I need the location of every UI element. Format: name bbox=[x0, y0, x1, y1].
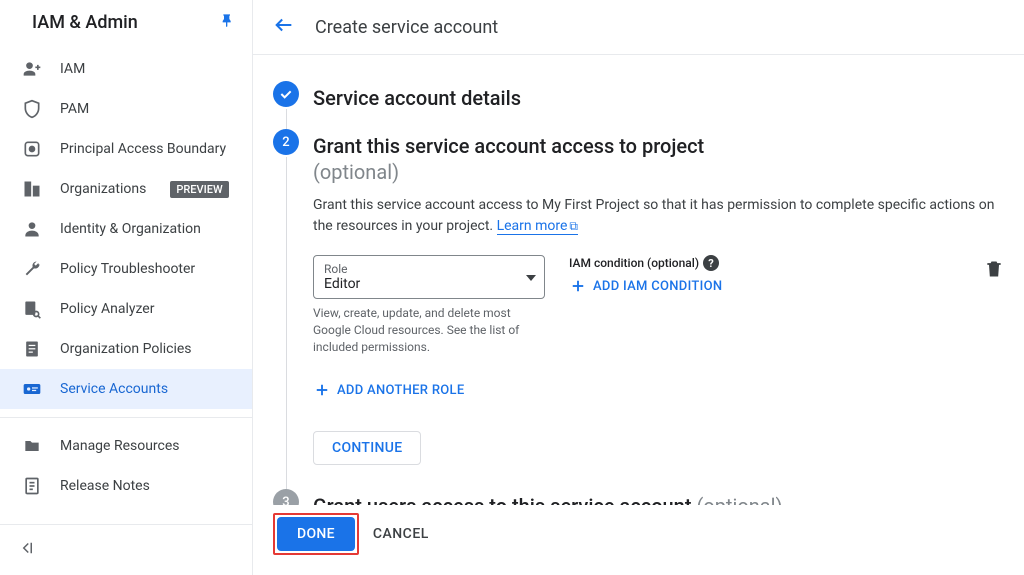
sidebar-item-manage-resources[interactable]: Manage Resources bbox=[0, 426, 252, 466]
main: Create service account Service account d… bbox=[253, 0, 1024, 575]
sidebar-item-label: Policy Troubleshooter bbox=[60, 261, 195, 277]
role-select-value: Editor bbox=[324, 276, 534, 292]
sidebar-item-label: IAM bbox=[60, 61, 85, 77]
sidebar-item-label: Release Notes bbox=[60, 478, 150, 494]
add-iam-condition-button[interactable]: ADD IAM CONDITION bbox=[569, 277, 960, 295]
step-1-title: Service account details bbox=[313, 85, 1004, 111]
sidebar-item-analyzer[interactable]: Policy Analyzer bbox=[0, 289, 252, 329]
add-another-role-button[interactable]: ADD ANOTHER ROLE bbox=[313, 381, 1004, 399]
done-button[interactable]: DONE bbox=[277, 517, 355, 551]
analyzer-icon bbox=[22, 299, 42, 319]
notes-icon bbox=[22, 476, 42, 496]
divider bbox=[0, 417, 252, 418]
sidebar-item-label: PAM bbox=[60, 101, 89, 117]
sidebar-item-pam[interactable]: PAM bbox=[0, 89, 252, 129]
step-1-badge-check-icon bbox=[273, 81, 299, 107]
sidebar-item-label: Principal Access Boundary bbox=[60, 141, 226, 157]
sidebar-item-principal-access[interactable]: Principal Access Boundary bbox=[0, 129, 252, 169]
sidebar-item-label: Service Accounts bbox=[60, 381, 168, 397]
sidebar-item-service-accounts[interactable]: Service Accounts bbox=[0, 369, 252, 409]
content: Service account details 2 Grant this ser… bbox=[253, 55, 1024, 505]
nav: IAM PAM Principal Access Boundary Organi… bbox=[0, 45, 252, 524]
step-2-optional: (optional) bbox=[313, 160, 399, 184]
sidebar-item-label: Organizations bbox=[60, 181, 146, 197]
sidebar-item-iam[interactable]: IAM bbox=[0, 49, 252, 89]
external-link-icon: ⧉ bbox=[569, 219, 578, 233]
sidebar-title: IAM & Admin bbox=[32, 12, 206, 33]
step-2: 2 Grant this service account access to p… bbox=[273, 129, 1004, 489]
boundary-icon bbox=[22, 139, 42, 159]
resources-icon bbox=[22, 436, 42, 456]
actions: DONE CANCEL bbox=[253, 505, 1024, 575]
iam-condition-label: IAM condition (optional) ? bbox=[569, 255, 960, 271]
sidebar: IAM & Admin IAM PAM Principal Access Bou… bbox=[0, 0, 253, 575]
sidebar-header: IAM & Admin bbox=[0, 0, 252, 45]
sidebar-item-release-notes[interactable]: Release Notes bbox=[0, 466, 252, 506]
sidebar-item-label: Identity & Organization bbox=[60, 221, 201, 237]
learn-more-link[interactable]: Learn more⧉ bbox=[497, 218, 578, 235]
step-3-badge: 3 bbox=[273, 489, 299, 505]
topbar: Create service account bbox=[253, 0, 1024, 55]
step-2-description: Grant this service account access to My … bbox=[313, 195, 1004, 237]
wrench-icon bbox=[22, 259, 42, 279]
step-3-optional: (optional) bbox=[696, 494, 782, 505]
step-2-title: Grant this service account access to pro… bbox=[313, 133, 1004, 185]
shield-icon bbox=[22, 99, 42, 119]
sidebar-item-label: Organization Policies bbox=[60, 341, 192, 357]
sidebar-item-org-policies[interactable]: Organization Policies bbox=[0, 329, 252, 369]
done-annotation: DONE bbox=[273, 513, 359, 555]
sidebar-item-organizations[interactable]: Organizations PREVIEW bbox=[0, 169, 252, 209]
page-title: Create service account bbox=[315, 17, 498, 38]
back-button[interactable] bbox=[273, 14, 295, 40]
dropdown-arrow-icon bbox=[526, 269, 536, 285]
role-help-text: View, create, update, and delete most Go… bbox=[313, 305, 523, 355]
pin-icon[interactable] bbox=[220, 13, 236, 33]
preview-badge: PREVIEW bbox=[170, 181, 228, 198]
sidebar-item-identity[interactable]: Identity & Organization bbox=[0, 209, 252, 249]
continue-button[interactable]: CONTINUE bbox=[313, 431, 421, 465]
collapse-sidebar-button[interactable] bbox=[0, 524, 252, 575]
user-plus-icon bbox=[22, 59, 42, 79]
step-2-badge: 2 bbox=[273, 129, 299, 155]
help-icon[interactable]: ? bbox=[703, 255, 719, 271]
service-account-icon bbox=[22, 379, 42, 399]
role-select[interactable]: Role Editor bbox=[313, 255, 545, 299]
policies-icon bbox=[22, 339, 42, 359]
sidebar-item-label: Manage Resources bbox=[60, 438, 180, 454]
step-3: 3 Grant users access to this service acc… bbox=[273, 489, 1004, 505]
identity-icon bbox=[22, 219, 42, 239]
sidebar-item-troubleshooter[interactable]: Policy Troubleshooter bbox=[0, 249, 252, 289]
org-icon bbox=[22, 179, 42, 199]
step-1: Service account details bbox=[273, 81, 1004, 129]
sidebar-item-label: Policy Analyzer bbox=[60, 301, 154, 317]
role-select-label: Role bbox=[324, 262, 534, 276]
step-3-title: Grant users access to this service accou… bbox=[313, 493, 1004, 505]
cancel-button[interactable]: CANCEL bbox=[373, 526, 429, 542]
delete-role-button[interactable] bbox=[984, 255, 1004, 283]
